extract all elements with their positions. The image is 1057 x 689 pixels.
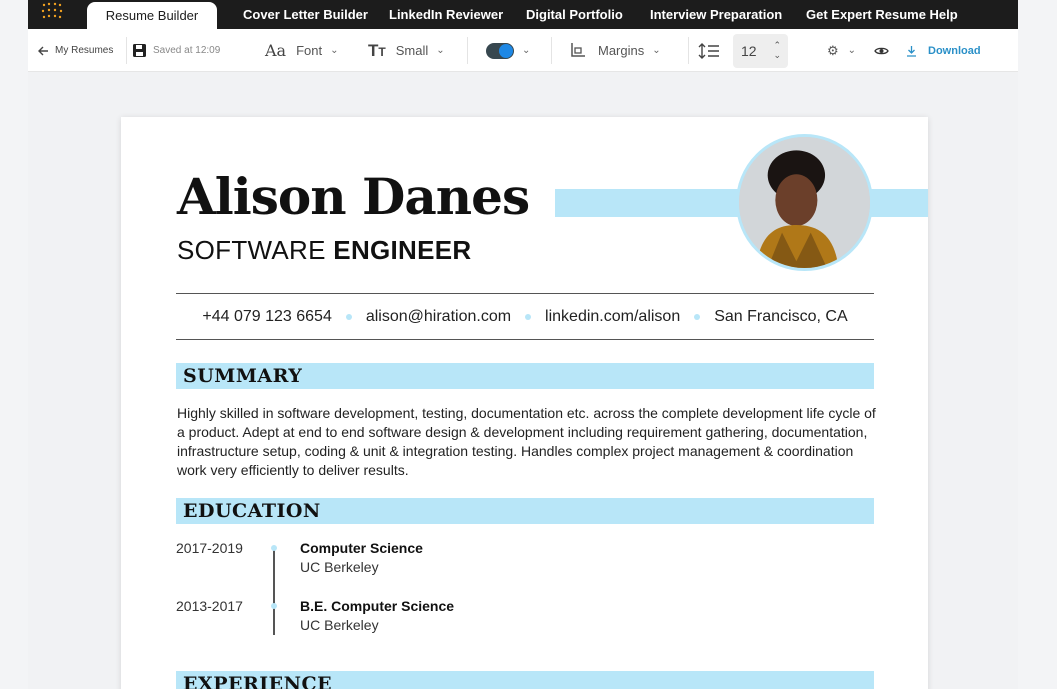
chevron-down-icon: ⌄ <box>436 45 445 56</box>
tab-digital-portfolio[interactable]: Digital Portfolio <box>526 0 623 29</box>
chevron-down-icon: ⌄ <box>652 45 661 56</box>
download-label: Download <box>928 44 981 57</box>
education-school[interactable]: UC Berkeley <box>300 559 379 575</box>
preview-button[interactable] <box>874 29 889 72</box>
role-bold-text: ENGINEER <box>333 235 472 265</box>
line-spacing-value: 12 <box>741 43 757 59</box>
separator-dot <box>525 314 532 320</box>
eye-icon <box>874 47 889 54</box>
margins-dropdown[interactable]: Margins ⌄ <box>569 29 661 72</box>
app-logo[interactable] <box>38 0 66 22</box>
editor-toolbar: My Resumes Saved at 12:09 Aa Font ⌄ TT S… <box>28 29 1018 72</box>
contact-phone[interactable]: +44 079 123 6654 <box>202 308 331 326</box>
experience-heading-text: EXPERIENCE <box>183 673 333 689</box>
font-icon: Aa <box>265 41 287 60</box>
top-navigation: Resume Builder Cover Letter Builder Link… <box>28 0 1018 29</box>
summary-text[interactable]: Highly skilled in software development, … <box>177 404 877 480</box>
font-size-label: Small <box>395 43 429 58</box>
resume-page[interactable]: Alison Danes SOFTWARE ENGINEER +44 079 1… <box>121 117 928 689</box>
role-light-text: SOFTWARE <box>177 235 326 265</box>
timeline-dot <box>271 603 277 609</box>
color-toggle-icon <box>486 42 514 59</box>
margins-label: Margins <box>598 43 645 58</box>
tab-linkedin-reviewer[interactable]: LinkedIn Reviewer <box>389 0 503 29</box>
summary-heading[interactable]: SUMMARY <box>176 363 874 389</box>
contact-bottom-rule <box>176 339 874 340</box>
font-dropdown[interactable]: Aa Font ⌄ <box>265 29 339 72</box>
contact-email[interactable]: alison@hiration.com <box>366 308 511 326</box>
back-to-resumes-button[interactable]: My Resumes <box>37 29 113 72</box>
separator-dot <box>345 314 352 320</box>
education-heading[interactable]: EDUCATION <box>176 498 874 524</box>
color-theme-dropdown[interactable]: ⌄ <box>486 29 530 72</box>
education-timeline-line <box>273 546 275 635</box>
education-degree[interactable]: B.E. Computer Science <box>300 598 454 614</box>
download-icon <box>907 45 916 57</box>
gear-icon: ⚙ <box>827 42 839 58</box>
tab-expert-resume-help[interactable]: Get Expert Resume Help <box>806 0 958 29</box>
line-spacing-icon <box>698 29 720 72</box>
contact-location[interactable]: San Francisco, CA <box>714 308 847 326</box>
education-dates[interactable]: 2013-2017 <box>176 598 243 614</box>
summary-heading-text: SUMMARY <box>183 365 303 387</box>
line-spacing-stepper[interactable]: 12 ⌃ ⌄ <box>733 34 788 68</box>
chevron-down-icon: ⌄ <box>330 45 339 56</box>
contact-top-rule <box>176 293 874 294</box>
back-label: My Resumes <box>55 45 114 56</box>
font-label: Font <box>296 43 323 58</box>
resume-name[interactable]: Alison Danes <box>177 167 530 226</box>
margins-icon <box>571 43 585 57</box>
download-button[interactable]: Download <box>906 29 981 72</box>
chevron-down-icon: ⌄ <box>847 45 857 56</box>
resume-role[interactable]: SOFTWARE ENGINEER <box>177 235 472 266</box>
stepper-arrows-icon[interactable]: ⌃ ⌄ <box>773 40 781 60</box>
saved-at-text: Saved at 12:09 <box>153 45 221 56</box>
text-size-icon: TT <box>368 40 386 60</box>
tab-resume-builder[interactable]: Resume Builder <box>87 2 217 29</box>
education-school[interactable]: UC Berkeley <box>300 617 379 633</box>
chevron-down-icon: ⌄ <box>522 45 531 56</box>
contact-linkedin[interactable]: linkedin.com/alison <box>545 308 680 326</box>
separator-dot <box>694 314 701 320</box>
timeline-dot <box>271 545 277 551</box>
education-dates[interactable]: 2017-2019 <box>176 540 243 556</box>
profile-photo[interactable] <box>736 134 873 271</box>
contact-info: +44 079 123 6654 alison@hiration.com lin… <box>176 305 874 329</box>
tab-interview-preparation[interactable]: Interview Preparation <box>650 0 782 29</box>
arrow-left-icon <box>38 46 48 55</box>
save-status: Saved at 12:09 <box>132 29 220 72</box>
font-size-dropdown[interactable]: TT Small ⌄ <box>368 29 445 72</box>
education-heading-text: EDUCATION <box>183 500 321 522</box>
education-degree[interactable]: Computer Science <box>300 540 423 556</box>
experience-heading[interactable]: EXPERIENCE <box>176 671 874 689</box>
tab-cover-letter-builder[interactable]: Cover Letter Builder <box>243 0 368 29</box>
save-icon <box>133 44 146 57</box>
settings-dropdown[interactable]: ⚙ ⌄ <box>827 29 856 72</box>
